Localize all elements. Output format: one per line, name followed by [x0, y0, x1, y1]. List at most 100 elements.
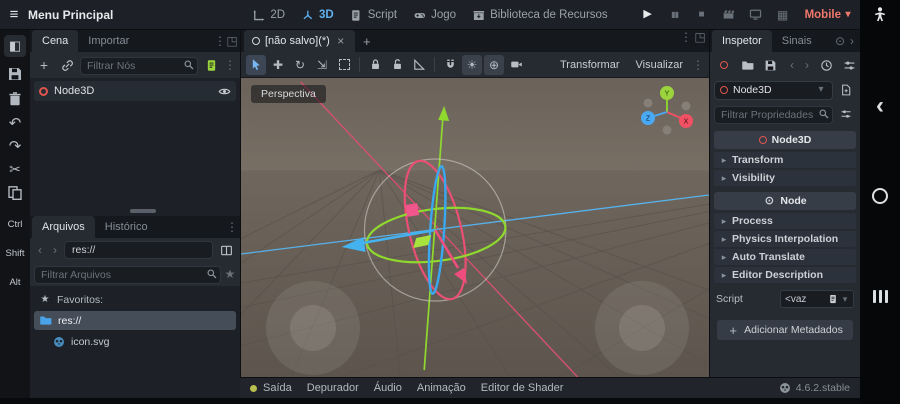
viewport-3d[interactable]: Perspectiva Y X Z	[241, 78, 709, 377]
section-process[interactable]: ▸ Process	[714, 213, 856, 229]
panel-audio-button[interactable]: Áudio	[374, 382, 402, 394]
tab-files[interactable]: Arquivos	[32, 216, 95, 238]
filter-options-button[interactable]	[836, 104, 856, 124]
play-button[interactable]: ▶	[638, 5, 658, 25]
hamburger-menu-icon[interactable]: ≡	[8, 7, 20, 22]
tab-scroll-right-icon[interactable]: ›	[846, 34, 858, 48]
tab-scene[interactable]: Cena	[32, 30, 79, 52]
tab-import[interactable]: Importar	[78, 30, 139, 52]
panel-shader-editor-button[interactable]: Editor de Shader	[481, 382, 564, 394]
split-view-icon[interactable]	[216, 240, 236, 260]
alt-key-button[interactable]: Alt	[9, 277, 20, 288]
axis-ball-negative[interactable]	[662, 125, 672, 135]
filesystem-menu-icon[interactable]: ⋮	[226, 220, 238, 234]
view-axis-gizmo[interactable]: Y X Z	[633, 84, 697, 140]
current-path-display[interactable]: res://	[64, 241, 213, 259]
new-scene-tab-button[interactable]: +	[361, 34, 373, 48]
history-button[interactable]	[816, 55, 836, 75]
save-icon[interactable]	[7, 66, 23, 82]
stop-button[interactable]: ■	[692, 5, 712, 25]
viewport-menu-icon[interactable]: ⋮	[692, 58, 704, 72]
toggle-panel-button[interactable]: ◧	[4, 35, 26, 57]
distraction-free-icon[interactable]: ◳	[694, 30, 706, 44]
add-metadata-button[interactable]: + Adicionar Metadados	[717, 320, 853, 340]
section-editor-description[interactable]: ▸ Editor Description	[714, 267, 856, 283]
tab-signals[interactable]: Sinais	[772, 30, 822, 52]
workspace-2d-button[interactable]: 2D	[252, 9, 285, 22]
workspace-3d-button[interactable]: 3D	[301, 9, 334, 22]
copy-icon[interactable]	[7, 185, 23, 201]
move-mode-button[interactable]: ✚	[268, 55, 288, 75]
history-back-icon[interactable]: ‹	[786, 58, 798, 72]
attach-script-button[interactable]	[201, 55, 221, 75]
rotate-mode-button[interactable]: ↻	[290, 55, 310, 75]
joystick-thumb[interactable]	[290, 305, 336, 351]
axis-ball-negative[interactable]	[681, 101, 691, 111]
history-forward-icon[interactable]: ›	[801, 58, 813, 72]
select-mode-button[interactable]	[246, 54, 266, 75]
tab-inspector[interactable]: Inspetor	[712, 30, 772, 52]
ruler-mode-button[interactable]	[409, 55, 429, 75]
filesystem-item-icon-svg[interactable]: icon.svg	[48, 332, 236, 351]
android-home-button[interactable]	[872, 188, 888, 204]
android-recents-button[interactable]	[872, 290, 888, 303]
path-forward-icon[interactable]: ›	[49, 243, 61, 257]
dock-menu-icon[interactable]: ⋮	[214, 34, 226, 48]
script-value-dropdown[interactable]: <vaz ▾	[780, 290, 854, 308]
view-menu[interactable]: Visualizar	[629, 59, 691, 71]
object-options-button[interactable]	[839, 55, 859, 75]
rect-select-button[interactable]	[334, 55, 354, 75]
snap-button[interactable]	[440, 55, 460, 75]
favorites-header[interactable]: ★ Favoritos:	[34, 290, 236, 309]
screenshot-button[interactable]: ▦	[773, 5, 793, 25]
save-resource-button[interactable]	[760, 55, 780, 75]
trash-icon[interactable]	[7, 91, 23, 107]
horizontal-scrollbar[interactable]	[130, 209, 156, 213]
accessibility-person-icon[interactable]	[872, 6, 888, 22]
visibility-eye-icon[interactable]	[218, 85, 231, 98]
load-resource-button[interactable]	[737, 55, 757, 75]
section-auto-translate[interactable]: ▸ Auto Translate	[714, 249, 856, 265]
pause-button[interactable]: ▮▮	[665, 5, 685, 25]
movie-mode-button[interactable]	[719, 5, 739, 25]
filesystem-filter-input[interactable]	[34, 266, 221, 284]
scene-tab-unsaved[interactable]: [não salvo](*) ×	[244, 30, 355, 52]
lock-button[interactable]	[365, 55, 385, 75]
perspective-button[interactable]: Perspectiva	[251, 85, 326, 103]
section-visibility[interactable]: ▸ Visibility	[714, 170, 856, 186]
undo-icon[interactable]: ↶	[9, 116, 22, 131]
tab-history[interactable]: Histórico	[95, 216, 158, 238]
unlock-button[interactable]	[387, 55, 407, 75]
scene-tabs-menu-icon[interactable]: ⋮	[680, 30, 692, 44]
category-node[interactable]: ⊙ Node	[714, 192, 856, 210]
panel-animation-button[interactable]: Animação	[417, 382, 466, 394]
panel-debugger-button[interactable]: Depurador	[307, 382, 359, 394]
workspace-game-button[interactable]: Jogo	[413, 9, 456, 22]
path-back-icon[interactable]: ‹	[34, 243, 46, 257]
category-node3d[interactable]: Node3D	[714, 131, 856, 149]
scene-more-icon[interactable]: ⋮	[224, 58, 236, 72]
section-transform[interactable]: ▸ Transform	[714, 152, 856, 168]
property-filter-input[interactable]	[714, 106, 833, 124]
add-node-button[interactable]: +	[34, 55, 54, 75]
cut-icon[interactable]: ✂	[9, 162, 21, 176]
tab-node-icon[interactable]: ⊙	[834, 34, 846, 48]
main-menu-button[interactable]: Menu Principal	[28, 8, 113, 22]
sun-preview-button[interactable]: ☀	[462, 54, 482, 75]
scale-mode-button[interactable]: ⇲	[312, 55, 332, 75]
version-label[interactable]: 4.6.2.stable	[796, 382, 850, 394]
new-resource-button[interactable]	[714, 55, 734, 75]
open-docs-button[interactable]	[836, 80, 856, 100]
right-joystick[interactable]	[595, 281, 689, 375]
dock-float-icon[interactable]: ◳	[226, 34, 238, 48]
camera-preview-button[interactable]	[506, 55, 526, 75]
panel-output-button[interactable]: Saída	[263, 382, 292, 394]
ctrl-key-button[interactable]: Ctrl	[8, 219, 23, 230]
filesystem-item-res[interactable]: res://	[34, 311, 236, 330]
section-physics-interpolation[interactable]: ▸ Physics Interpolation	[714, 231, 856, 247]
joystick-thumb[interactable]	[619, 305, 665, 351]
scene-tree-node3d-row[interactable]: Node3D	[34, 81, 236, 101]
workspace-script-button[interactable]: Script	[350, 9, 397, 22]
environment-preview-button[interactable]: ⊕	[484, 54, 504, 75]
renderer-dropdown[interactable]: Mobile ▾	[805, 8, 852, 22]
